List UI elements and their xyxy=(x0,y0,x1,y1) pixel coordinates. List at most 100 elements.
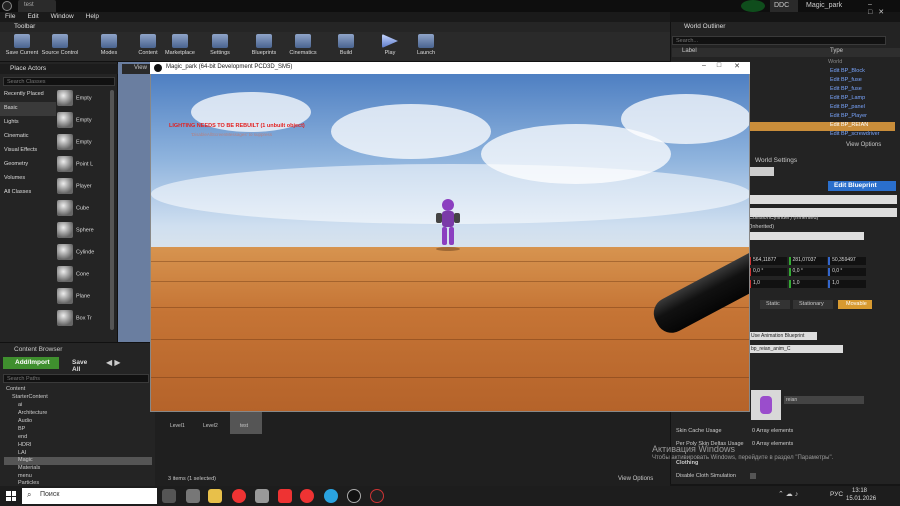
category-recently-placed[interactable]: Recently Placed xyxy=(0,88,56,102)
settings-button[interactable]: Settings xyxy=(200,34,240,62)
folder-icon[interactable] xyxy=(208,489,222,503)
actor-empty-3[interactable]: Empty xyxy=(57,134,112,154)
tree-item[interactable]: end xyxy=(18,434,27,441)
world-settings-tab[interactable]: World Settings xyxy=(749,156,900,166)
category-geometry[interactable]: Geometry xyxy=(0,158,56,172)
tree-item[interactable]: ai xyxy=(18,402,22,409)
tree-item[interactable]: HDRI xyxy=(18,442,31,449)
tree-item[interactable]: Audio xyxy=(18,418,32,425)
mesh-thumbnail[interactable] xyxy=(751,390,781,420)
rotation-z[interactable]: 0,0 ° xyxy=(828,268,867,276)
tree-item[interactable]: Materials xyxy=(18,465,40,472)
rotation-y[interactable]: 0,0 ° xyxy=(788,268,827,276)
mobility-stationary[interactable]: Stationary xyxy=(793,300,833,309)
build-button[interactable]: Build xyxy=(326,34,366,62)
task-view-icon[interactable] xyxy=(162,489,176,503)
place-actors-title[interactable]: Place Actors xyxy=(0,64,118,74)
outliner-row[interactable]: Edit BP_Player xyxy=(828,113,888,122)
category-lights[interactable]: Lights xyxy=(0,116,56,130)
mobility-movable[interactable]: Movable xyxy=(838,300,872,309)
actor-cone[interactable]: Cone xyxy=(57,266,112,286)
component-search[interactable] xyxy=(749,232,864,240)
level-viewport[interactable] xyxy=(118,62,153,342)
close-button[interactable]: ✕ xyxy=(730,62,744,74)
details-name-field[interactable] xyxy=(749,167,774,176)
level-tab[interactable]: test xyxy=(18,0,56,12)
tree-item[interactable]: menu xyxy=(18,473,32,480)
actor-player-start[interactable]: Player xyxy=(57,178,112,198)
tree-item[interactable]: LAI xyxy=(18,450,26,457)
outliner-view-options[interactable]: View Options xyxy=(846,142,881,148)
actor-plane[interactable]: Plane xyxy=(57,288,112,308)
tree-content[interactable]: Content xyxy=(6,386,25,393)
actor-cylinder[interactable]: Cylinde xyxy=(57,244,112,264)
unreal-engine-icon[interactable] xyxy=(347,489,361,503)
actor-empty-2[interactable]: Empty xyxy=(57,112,112,132)
menu-edit[interactable]: Edit xyxy=(22,12,43,21)
scale-y[interactable]: 1,0 xyxy=(788,280,827,288)
disable-cloth-checkbox[interactable] xyxy=(750,473,756,479)
category-basic[interactable]: Basic xyxy=(0,102,56,116)
mobility-static[interactable]: Static xyxy=(760,300,790,309)
game-icon[interactable] xyxy=(370,489,384,503)
location-y[interactable]: 281,07037 xyxy=(788,257,827,265)
details-search-input[interactable] xyxy=(749,195,897,204)
yandex-icon[interactable] xyxy=(278,489,292,503)
outliner-row[interactable]: Edit BP_panel xyxy=(828,104,888,113)
content-view-options[interactable]: View Options xyxy=(618,476,653,482)
save-current-button[interactable]: Save Current xyxy=(2,34,42,62)
category-all-classes[interactable]: All Classes xyxy=(0,186,56,200)
category-volumes[interactable]: Volumes xyxy=(0,172,56,186)
start-button[interactable] xyxy=(6,491,16,501)
window-controls[interactable]: –□✕ xyxy=(864,0,900,16)
actor-point-light[interactable]: Point L xyxy=(57,156,112,176)
scale-x[interactable]: 1,0 xyxy=(749,280,787,288)
skin-delta-value[interactable]: 0 Array elements xyxy=(752,441,812,447)
outliner-search-input[interactable]: Search... xyxy=(672,36,886,45)
actor-empty-1[interactable]: Empty xyxy=(57,90,112,110)
blueprints-button[interactable]: Blueprints xyxy=(244,34,284,62)
edit-blueprint-button[interactable]: Edit Blueprint xyxy=(828,181,896,191)
mesh-dropdown[interactable]: reian xyxy=(784,396,864,404)
outliner-row[interactable]: Edit BP_screwdriver xyxy=(828,131,888,140)
modes-button[interactable]: Modes xyxy=(89,34,129,62)
telegram-icon[interactable] xyxy=(324,489,338,503)
source-control-button[interactable]: Source Control xyxy=(40,34,80,62)
maximize-button[interactable]: □ xyxy=(712,62,726,74)
outliner-row[interactable]: Edit BP_Block xyxy=(828,68,888,77)
path-search-input[interactable]: Search Paths xyxy=(3,374,149,383)
source-control-icon[interactable] xyxy=(741,0,765,12)
actor-cube[interactable]: Cube xyxy=(57,200,112,220)
app-icon[interactable] xyxy=(255,489,269,503)
yandex-browser-icon-2[interactable] xyxy=(300,489,314,503)
menu-help[interactable]: Help xyxy=(81,12,104,21)
yandex-browser-icon[interactable] xyxy=(232,489,246,503)
outliner-row-selected[interactable]: Edit BP_REIAN xyxy=(749,122,895,131)
label-column-header[interactable]: Label xyxy=(682,48,697,54)
nav-arrows[interactable]: ◀ ▶ xyxy=(106,358,121,367)
category-cinematic[interactable]: Cinematic xyxy=(0,130,56,144)
animation-mode-dropdown[interactable]: Use Animation Blueprint xyxy=(749,332,817,340)
viewport-tab[interactable]: View xyxy=(122,64,150,74)
menu-file[interactable]: File xyxy=(0,12,20,21)
type-column-header[interactable]: Type xyxy=(830,48,843,54)
category-visual-effects[interactable]: Visual Effects xyxy=(0,144,56,158)
outliner-row[interactable]: Edit BP_fuse xyxy=(828,77,888,86)
content-browser-tab[interactable]: Content Browser xyxy=(2,345,82,354)
asset-level1[interactable]: Level1 xyxy=(165,412,195,434)
anim-class-dropdown[interactable]: bp_reian_anim_C xyxy=(749,345,843,353)
scale-z[interactable]: 1,0 xyxy=(828,280,867,288)
cinematics-button[interactable]: Cinematics xyxy=(283,34,323,62)
add-import-button[interactable]: Add/Import xyxy=(3,357,59,369)
rotation-x[interactable]: 0,0 ° xyxy=(749,268,787,276)
toolbar-tab[interactable]: Toolbar xyxy=(0,22,670,32)
world-outliner-title[interactable]: World Outliner xyxy=(672,22,900,32)
asset-test-selected[interactable]: test xyxy=(230,412,262,434)
location-z[interactable]: 50,359497 xyxy=(828,257,867,265)
outliner-row[interactable]: Edit BP_fuse xyxy=(828,86,888,95)
tree-starter-content[interactable]: StarterContent xyxy=(12,394,48,401)
language-indicator[interactable]: РУС xyxy=(830,491,843,498)
minimize-button[interactable]: – xyxy=(697,62,711,74)
outliner-row[interactable]: Edit BP_Lamp xyxy=(828,95,888,104)
actors-scrollbar[interactable] xyxy=(110,90,114,330)
